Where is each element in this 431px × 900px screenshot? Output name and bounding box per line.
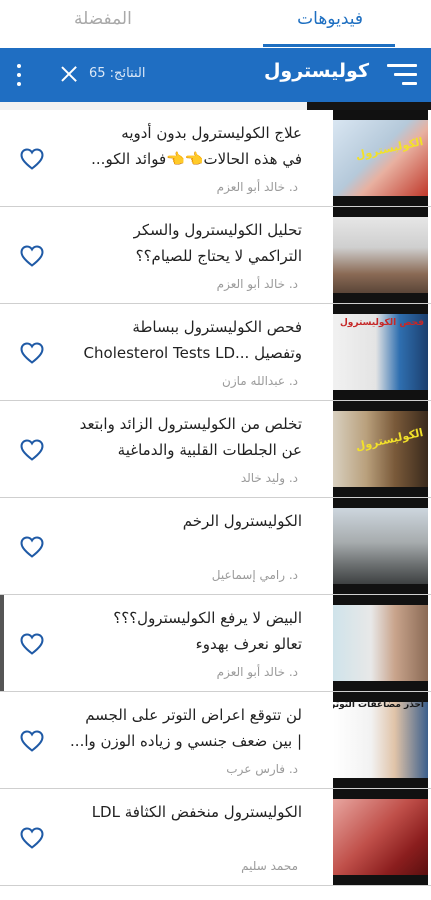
video-title-line2: التراكمي لا يحتاج للصيام؟؟ xyxy=(135,247,302,265)
active-tab-indicator xyxy=(263,44,395,47)
video-row[interactable]: الكوليسترول منخفض الكثافة LDL محمد سليم xyxy=(0,789,431,886)
video-author: د. وليد خالد xyxy=(240,471,298,485)
video-thumbnail xyxy=(333,789,428,885)
video-author: د. فارس عرب xyxy=(226,762,298,776)
video-thumbnail: احذر مضاعفات التوتر xyxy=(333,692,428,788)
favorite-heart-icon[interactable] xyxy=(20,439,44,461)
video-thumbnail: الكوليسترول xyxy=(333,110,428,206)
favorite-heart-icon[interactable] xyxy=(20,148,44,170)
video-title-line1: علاج الكوليسترول بدون أدويه xyxy=(121,124,302,142)
video-title-line1: البيض لا يرفع الكوليسترول؟؟؟ xyxy=(113,609,302,627)
video-author: د. خالد أبو العزم xyxy=(216,180,298,194)
search-query-title: كوليسترول xyxy=(263,60,369,82)
video-title-line2: وتفصيل ...Cholesterol Tests LD xyxy=(83,344,302,362)
video-title-line2: عن الجلطات القلبية والدماغية xyxy=(117,441,302,459)
video-title-line1: الكوليسترول الرخم xyxy=(182,512,302,530)
video-title-line1: تخلص من الكوليسترول الزائد وابتعد xyxy=(79,415,302,433)
more-vertical-icon[interactable] xyxy=(16,64,22,86)
video-author: د. خالد أبو العزم xyxy=(216,665,298,679)
video-row[interactable]: البيض لا يرفع الكوليسترول؟؟؟ تعالو نعرف … xyxy=(0,595,431,692)
video-row[interactable]: الكوليسترول علاج الكوليسترول بدون أدويه … xyxy=(0,110,431,207)
video-title: الكوليسترول الرخم xyxy=(62,508,302,534)
video-author: د. خالد أبو العزم xyxy=(216,277,298,291)
thumbnail-caption: احذر مضاعفات التوتر xyxy=(333,700,424,710)
video-row[interactable]: فحص الكوليسترول فحص الكوليسترول ببساطة و… xyxy=(0,304,431,401)
results-count: النتائج: 65 xyxy=(89,66,146,81)
video-title-line2: | بين ضعف جنسي و زياده الوزن وا... xyxy=(70,732,302,750)
video-title-line1: فحص الكوليسترول ببساطة xyxy=(132,318,302,336)
video-title: فحص الكوليسترول ببساطة وتفصيل ...Cholest… xyxy=(62,314,302,366)
video-row[interactable]: الكوليسترول الرخم د. رامي إسماعيل xyxy=(0,498,431,595)
video-title: علاج الكوليسترول بدون أدويه في هذه الحال… xyxy=(62,120,302,172)
favorite-heart-icon[interactable] xyxy=(20,536,44,558)
favorite-heart-icon[interactable] xyxy=(20,342,44,364)
close-icon[interactable] xyxy=(58,63,80,85)
video-author: محمد سليم xyxy=(241,859,298,873)
video-title: تحليل الكوليسترول والسكر التراكمي لا يحت… xyxy=(62,217,302,269)
favorite-heart-icon[interactable] xyxy=(20,245,44,267)
video-thumbnail: فحص الكوليسترول xyxy=(333,304,428,400)
video-row[interactable]: الكوليسترول تخلص من الكوليسترول الزائد و… xyxy=(0,401,431,498)
tab-favorites[interactable]: المفضلة xyxy=(74,9,132,29)
thumbnail-caption: فحص الكوليسترول xyxy=(339,318,424,328)
video-title: البيض لا يرفع الكوليسترول؟؟؟ تعالو نعرف … xyxy=(62,605,302,657)
video-row[interactable]: تحليل الكوليسترول والسكر التراكمي لا يحت… xyxy=(0,207,431,304)
video-author: د. عبدالله مازن xyxy=(222,374,298,388)
video-row[interactable]: احذر مضاعفات التوتر لن تتوقع اعراض التوت… xyxy=(0,692,431,789)
list-edge-marker xyxy=(0,595,4,691)
video-title: الكوليسترول منخفض الكثافة LDL xyxy=(62,799,302,825)
video-title: تخلص من الكوليسترول الزائد وابتعد عن الج… xyxy=(62,411,302,463)
favorite-heart-icon[interactable] xyxy=(20,730,44,752)
video-thumbnail xyxy=(333,595,428,691)
filter-menu-icon[interactable] xyxy=(387,64,417,86)
video-title-line2: في هذه الحالات👈👈فوائد الكو... xyxy=(91,150,302,168)
search-toolbar: كوليسترول النتائج: 65 xyxy=(0,48,431,102)
video-title-line1: لن تتوقع اعراض التوتر على الجسم xyxy=(85,706,302,724)
video-title-line1: تحليل الكوليسترول والسكر xyxy=(133,221,302,239)
video-title-line2: تعالو نعرف بهدوء xyxy=(195,635,302,653)
video-author: د. رامي إسماعيل xyxy=(211,568,298,582)
video-thumbnail xyxy=(333,207,428,303)
video-title: لن تتوقع اعراض التوتر على الجسم | بين ضع… xyxy=(62,702,302,754)
partial-thumbnail xyxy=(307,102,431,110)
favorite-heart-icon[interactable] xyxy=(20,633,44,655)
list-top-edge xyxy=(0,102,431,110)
tab-videos[interactable]: فيديوهات xyxy=(297,9,363,29)
video-thumbnail: الكوليسترول xyxy=(333,401,428,497)
favorite-heart-icon[interactable] xyxy=(20,827,44,849)
video-title-line1: الكوليسترول منخفض الكثافة LDL xyxy=(91,803,302,821)
video-thumbnail xyxy=(333,498,428,594)
tab-bar: فيديوهات المفضلة xyxy=(0,0,431,48)
